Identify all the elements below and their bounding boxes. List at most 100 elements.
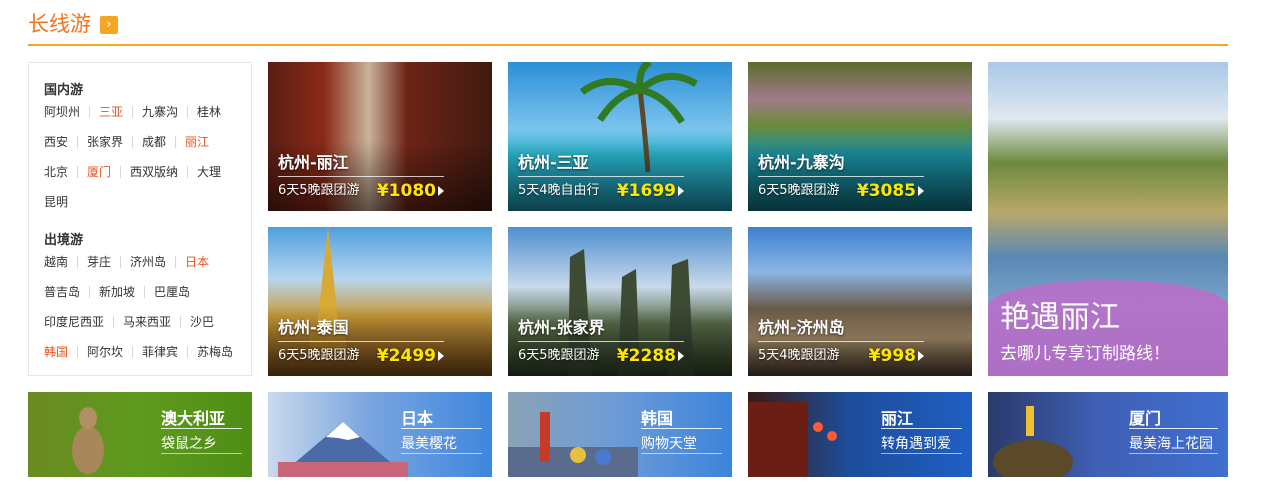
destination-link[interactable]: 沙巴	[190, 313, 214, 331]
banner-name: 韩国	[641, 409, 674, 428]
divider	[77, 256, 79, 268]
divider	[175, 256, 177, 268]
tile-destination: 杭州-丽江	[278, 153, 349, 172]
outbound-row: 印度尼西亚 马来西亚 沙巴	[44, 313, 214, 331]
destination-link[interactable]: 普吉岛	[44, 283, 80, 301]
destination-link[interactable]: 九寨沟	[142, 103, 178, 121]
destination-link[interactable]: 日本	[185, 253, 209, 271]
destination-link[interactable]: 菲律宾	[142, 343, 178, 361]
destination-link[interactable]: 三亚	[99, 103, 123, 121]
tile-price: ¥3085	[856, 181, 916, 201]
destination-link[interactable]: 丽江	[185, 133, 209, 151]
banner-lijiang[interactable]: 丽江 转角遇到爱	[748, 392, 972, 477]
divider	[144, 286, 146, 298]
section-title: 长线游	[28, 12, 91, 36]
parade-icon	[508, 412, 638, 477]
destination-link[interactable]: 新加坡	[99, 283, 135, 301]
tile-trip: 6天5晚跟团游	[278, 348, 360, 363]
tile-destination: 杭州-九寨沟	[758, 153, 845, 172]
domestic-title: 国内游	[44, 83, 84, 98]
arrow-right-icon	[678, 186, 684, 196]
tile-trip: 6天5晚跟团游	[758, 183, 840, 198]
banner-japan[interactable]: 日本 最美樱花	[268, 392, 492, 477]
divider	[77, 346, 79, 358]
tile-trip: 5天4晚自由行	[518, 183, 600, 198]
destination-link[interactable]: 张家界	[87, 133, 123, 151]
banner-korea[interactable]: 韩国 购物天堂	[508, 392, 732, 477]
banner-tag: 最美海上花园	[1129, 436, 1213, 452]
banner-tag: 最美樱花	[401, 436, 457, 452]
divider	[77, 166, 79, 178]
banner-name: 日本	[401, 409, 434, 428]
outbound-row: 越南 芽庄 济州岛 日本	[44, 253, 209, 271]
divider	[187, 166, 189, 178]
arrow-right-icon	[918, 186, 924, 196]
tile-thailand[interactable]: 杭州-泰国 6天5晚跟团游 ¥2499	[268, 227, 492, 376]
outbound-title: 出境游	[44, 233, 84, 248]
domestic-row: 昆明	[44, 193, 68, 211]
tile-zhangjiajie[interactable]: 杭州-张家界 6天5晚跟团游 ¥2288	[508, 227, 732, 376]
tile-lijiang[interactable]: 杭州-丽江 6天5晚跟团游 ¥1080	[268, 62, 492, 211]
feature-lijiang[interactable]: 艳遇丽江 去哪儿专享订制路线！	[988, 62, 1228, 376]
destination-link[interactable]: 越南	[44, 253, 68, 271]
divider	[187, 106, 189, 118]
tile-price: ¥2499	[376, 346, 436, 366]
destination-link[interactable]: 西安	[44, 133, 68, 151]
divider	[132, 136, 134, 148]
destination-link[interactable]: 成都	[142, 133, 166, 151]
divider	[175, 136, 177, 148]
banner-tag: 转角遇到爱	[881, 436, 951, 452]
destination-link[interactable]: 马来西亚	[123, 313, 171, 331]
divider	[77, 136, 79, 148]
divider	[120, 256, 122, 268]
banner-name: 澳大利亚	[161, 409, 226, 428]
destination-link[interactable]: 济州岛	[130, 253, 166, 271]
divider	[113, 316, 115, 328]
banner-name: 丽江	[881, 409, 914, 428]
chevron-right-icon[interactable]: ›	[100, 16, 118, 34]
mount-fuji-icon	[278, 422, 408, 477]
destination-link[interactable]: 北京	[44, 163, 68, 181]
divider	[187, 346, 189, 358]
arrow-right-icon	[918, 351, 924, 361]
banner-australia[interactable]: 澳大利亚 袋鼠之乡	[28, 392, 252, 477]
tile-jeju[interactable]: 杭州-济州岛 5天4晚跟团游 ¥998	[748, 227, 972, 376]
destination-link[interactable]: 西双版纳	[130, 163, 178, 181]
arrow-right-icon	[438, 351, 444, 361]
destination-link[interactable]: 苏梅岛	[197, 343, 233, 361]
tile-trip: 6天5晚跟团游	[278, 183, 360, 198]
tile-destination: 杭州-张家界	[518, 318, 605, 337]
tile-destination: 杭州-泰国	[278, 318, 349, 337]
destination-link[interactable]: 厦门	[87, 163, 111, 181]
destination-link[interactable]: 桂林	[197, 103, 221, 121]
tile-jiuzhaigou[interactable]: 杭州-九寨沟 6天5晚跟团游 ¥3085	[748, 62, 972, 211]
tile-price: ¥998	[868, 346, 916, 366]
destination-link[interactable]: 阿坝州	[44, 103, 80, 121]
destination-panel: 国内游 阿坝州 三亚 九寨沟 桂林 西安 张家界 成都 丽江 北京 厦门 西双版纳 大理 昆明 出境游 …	[28, 62, 252, 376]
divider	[120, 166, 122, 178]
destination-link[interactable]: 韩国	[44, 343, 68, 361]
divider	[89, 106, 91, 118]
banner-xiamen[interactable]: 厦门 最美海上花园	[988, 392, 1228, 477]
banner-tag: 购物天堂	[641, 436, 697, 452]
destination-link[interactable]: 阿尔坎	[87, 343, 123, 361]
destination-link[interactable]: 大理	[197, 163, 221, 181]
feature-title: 艳遇丽江	[1000, 300, 1120, 335]
divider	[132, 106, 134, 118]
tile-sanya[interactable]: 杭州-三亚 5天4晚自由行 ¥1699	[508, 62, 732, 211]
destination-link[interactable]: 芽庄	[87, 253, 111, 271]
divider	[180, 316, 182, 328]
night-street-icon	[748, 402, 837, 477]
destination-link[interactable]: 巴厘岛	[154, 283, 190, 301]
tile-trip: 5天4晚跟团游	[758, 348, 840, 363]
divider	[132, 346, 134, 358]
tile-trip: 6天5晚跟团游	[518, 348, 600, 363]
tile-price: ¥1699	[616, 181, 676, 201]
outbound-row: 普吉岛 新加坡 巴厘岛	[44, 283, 190, 301]
arrow-right-icon	[678, 351, 684, 361]
destination-link[interactable]: 印度尼西亚	[44, 313, 104, 331]
section-header: 长线游 ›	[28, 10, 1228, 46]
banner-name: 厦门	[1129, 409, 1162, 428]
destination-link[interactable]: 昆明	[44, 193, 68, 211]
divider	[89, 286, 91, 298]
